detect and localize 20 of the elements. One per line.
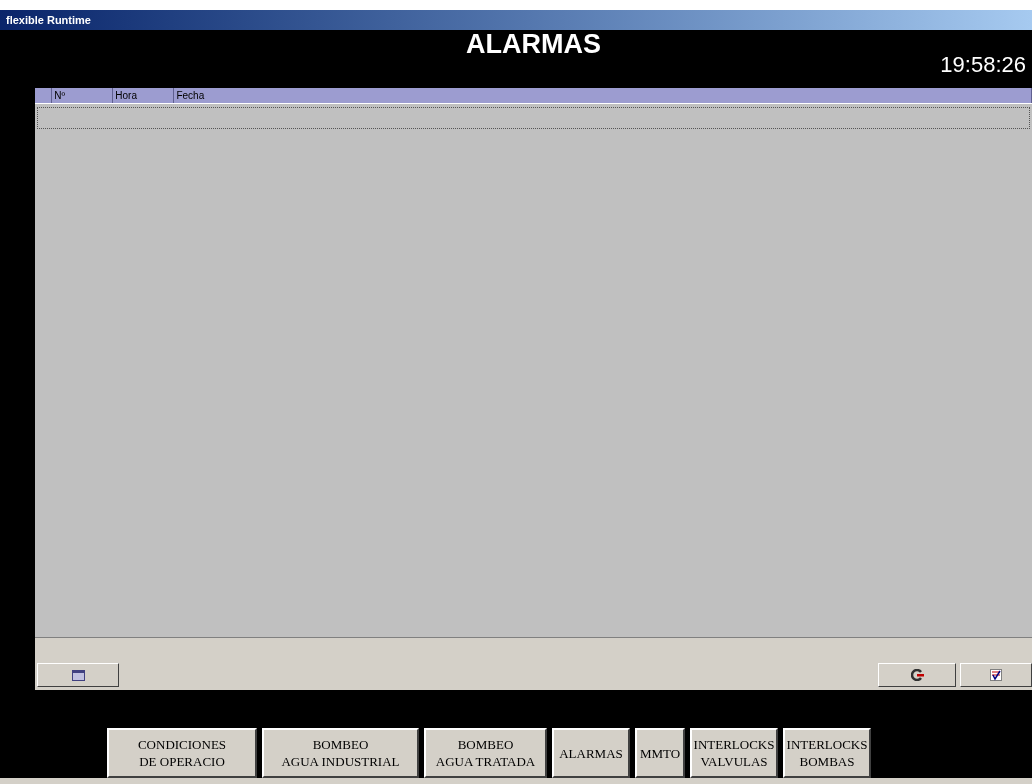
window-title: flexible Runtime xyxy=(6,12,91,28)
acknowledge-button[interactable] xyxy=(878,663,956,687)
column-header[interactable]: Nº xyxy=(52,88,114,103)
nav-button[interactable]: BOMBEO AGUA TRATADA xyxy=(424,728,547,778)
table-row[interactable] xyxy=(37,107,1030,129)
nav-button[interactable]: MMTO xyxy=(635,728,685,778)
column-header[interactable]: Fecha xyxy=(174,88,1032,103)
window-icon xyxy=(71,669,85,681)
filter-button[interactable] xyxy=(960,663,1032,687)
nav-button[interactable]: INTERLOCKS BOMBAS xyxy=(783,728,871,778)
nav-button[interactable]: INTERLOCKS VALVULAS xyxy=(690,728,778,778)
nav-button[interactable]: CONDICIONES DE OPERACIO xyxy=(107,728,257,778)
screen-title: ALARMAS xyxy=(466,28,601,61)
column-header[interactable]: Hora xyxy=(113,88,175,103)
checklist-icon xyxy=(990,669,1002,681)
nav-button[interactable]: BOMBEO AGUA INDUSTRIAL xyxy=(262,728,419,778)
nav-button[interactable]: ALARMAS xyxy=(552,728,630,778)
time-text: 19:58:26 xyxy=(940,51,1026,79)
refresh-icon xyxy=(910,669,924,681)
info-button[interactable] xyxy=(37,663,119,687)
